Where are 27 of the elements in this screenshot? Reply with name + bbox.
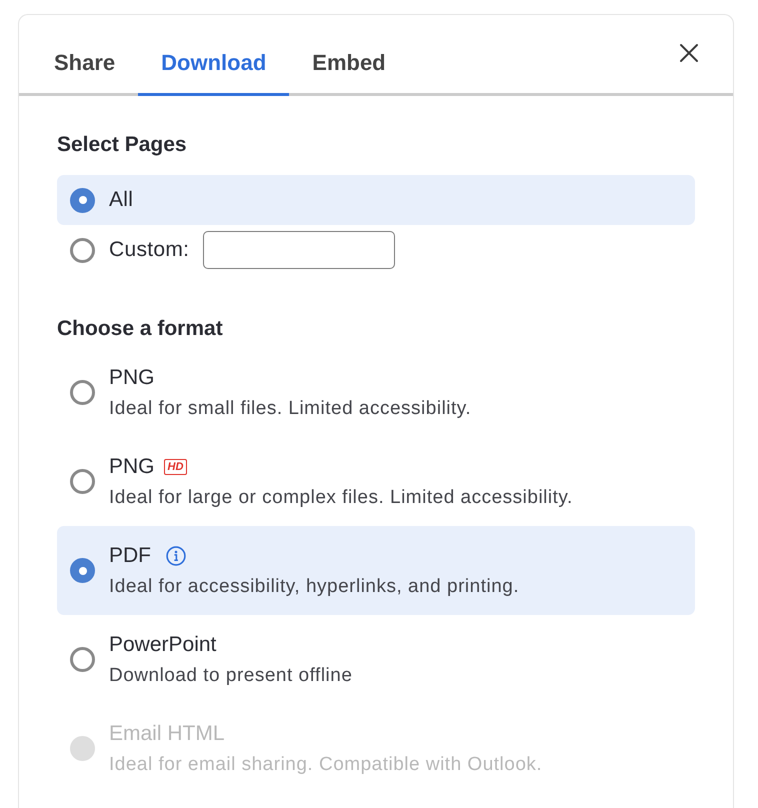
option-description: Ideal for small files. Limited accessibility. [109,397,472,421]
radio-button[interactable] [70,647,95,672]
option-label[interactable]: All [109,187,134,213]
tab[interactable]: Download [138,43,290,96]
radio-button[interactable] [70,188,95,212]
radio-button[interactable] [70,380,95,405]
option-description: Ideal for large or complex files. Limited accessibility. [109,486,573,510]
radio-button[interactable] [70,469,95,494]
tab[interactable]: Share [31,43,138,96]
close-icon [679,43,699,63]
info-icon[interactable] [166,546,186,566]
section-heading: Choose a format [57,316,224,342]
tab[interactable]: Embed [289,43,409,96]
option-title[interactable]: PNG [109,364,155,392]
option-title[interactable]: PDF [109,542,151,570]
option-description: Ideal for email sharing. Compatible with Outlook. [109,753,542,777]
option-description: Ideal for accessibility, hyperlinks, and printing. [109,575,520,599]
option-label[interactable]: Custom: [109,237,190,263]
option-title[interactable]: PowerPoint [109,631,216,659]
option-description: Download to present offline [109,664,352,688]
close-button[interactable] [679,43,699,63]
option-title[interactable]: PNG [109,453,155,481]
input-field[interactable] [203,231,396,269]
radio-button[interactable] [70,238,95,262]
hd-badge: HD [164,459,188,475]
section-heading: Select Pages [57,132,188,158]
radio-button[interactable] [70,558,95,583]
